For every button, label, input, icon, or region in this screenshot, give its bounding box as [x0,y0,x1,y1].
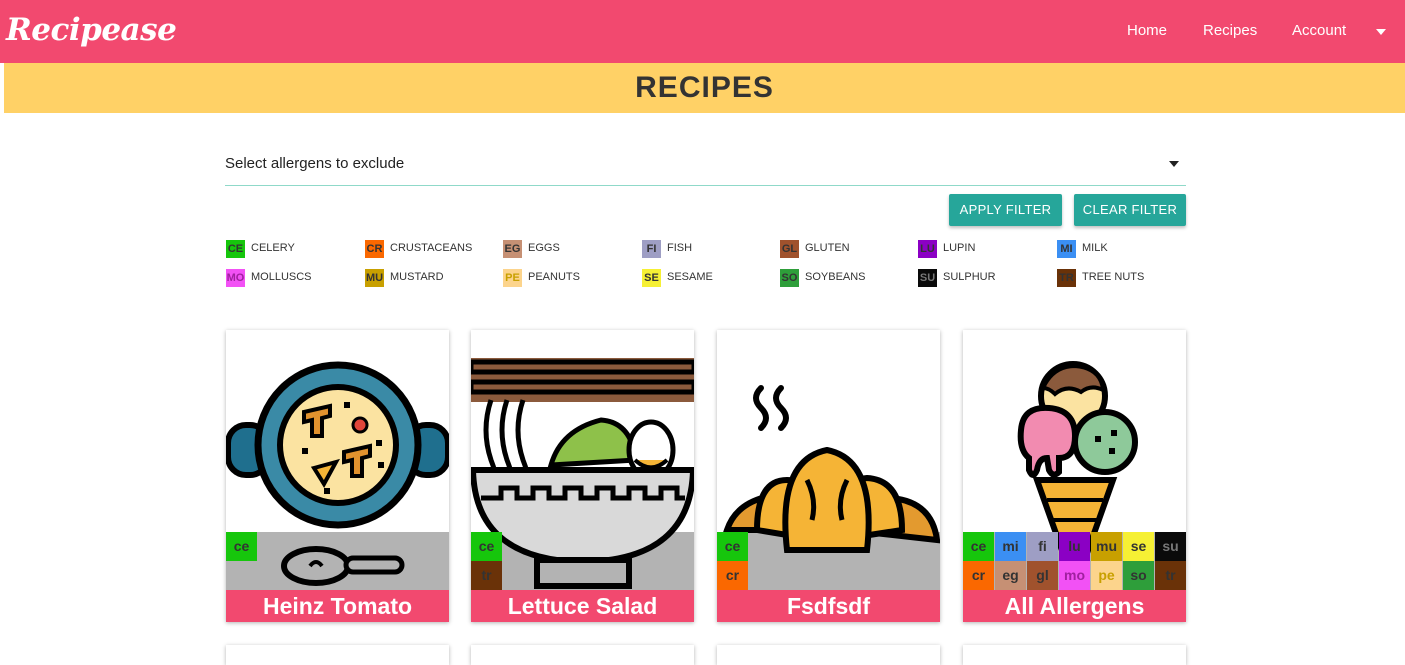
nav-link-recipes[interactable]: Recipes [1203,22,1257,39]
legend-label: SESAME [667,271,713,283]
clear-filter-button[interactable]: CLEAR FILTER [1074,194,1186,226]
legend-label: GLUTEN [805,242,850,254]
legend-badge: CE [226,240,245,258]
recipe-image [471,330,694,590]
legend-label: PEANUTS [528,271,580,283]
legend-label: FISH [667,242,693,254]
allergen-tag-se: se [1123,532,1154,561]
recipe-title: Lettuce Salad [471,590,694,622]
paella-pan-icon [226,361,449,586]
recipe-card[interactable] [717,645,940,665]
legend-label: MUSTARD [390,271,444,283]
legend-badge: PE [503,269,522,287]
recipe-title: Fsdfsdf [717,590,940,622]
allergen-tag-lu: lu [1059,532,1090,561]
chevron-down-icon [1169,161,1179,167]
legend-badge: MO [226,269,245,287]
croissant-icon [722,385,940,553]
legend-label: SOYBEANS [805,271,866,283]
nav-link-account[interactable]: Account [1292,22,1346,39]
allergen-tag-ce: ce [963,532,994,561]
allergen-tag-mi: mi [995,532,1026,561]
allergen-tag-mo: mo [1059,561,1090,590]
legend-badge: EG [503,240,522,258]
noodle-bowl-icon [471,358,694,589]
allergen-tag-fi: fi [1027,532,1058,561]
page-banner: RECIPES [4,63,1405,113]
legend-badge: TR [1057,269,1076,287]
legend-badge: SO [780,269,799,287]
allergen-tag-tr: tr [471,561,502,590]
recipe-title: Heinz Tomato [226,590,449,622]
page-title: RECIPES [635,71,774,104]
account-dropdown-caret-icon[interactable] [1376,29,1386,35]
legend-badge: MU [365,269,384,287]
allergen-tag-ce: ce [471,532,502,561]
allergen-tag-ce: ce [717,532,748,561]
recipe-image [717,330,940,590]
legend-label: CRUSTACEANS [390,242,473,254]
allergen-tag-cr: cr [717,561,748,590]
allergen-tag-mu: mu [1091,532,1122,561]
legend-label: CELERY [251,242,295,254]
allergen-select-placeholder: Select allergens to exclude [225,155,405,172]
allergen-tag-eg: eg [995,561,1026,590]
nav-link-home[interactable]: Home [1127,22,1167,39]
apply-filter-button[interactable]: APPLY FILTER [949,194,1062,226]
allergen-exclude-select[interactable]: Select allergens to exclude [225,148,1186,186]
legend-badge: MI [1057,240,1076,258]
recipe-image [226,330,449,590]
legend-badge: FI [642,240,661,258]
legend-badge: CR [365,240,384,258]
allergen-tag-tr: tr [1155,561,1186,590]
legend-badge: GL [780,240,799,258]
recipe-card[interactable] [963,645,1186,665]
legend-badge: SE [642,269,661,287]
legend-label: MILK [1082,242,1108,254]
legend-label: LUPIN [943,242,976,254]
recipe-card[interactable]: ce tr Lettuce Salad [471,330,694,622]
allergen-tag-gl: gl [1027,561,1058,590]
allergen-tag-pe: pe [1091,561,1122,590]
allergen-tag-su: su [1155,532,1186,561]
recipe-card[interactable]: ce cr Fsdfsdf [717,330,940,622]
legend-badge: LU [918,240,937,258]
top-navbar: Recipease Home Recipes Account [0,0,1405,63]
recipe-card[interactable]: ce mi fi lu mu se su cr eg gl mo pe so t… [963,330,1186,622]
recipe-card[interactable]: ce Heinz Tomato [226,330,449,622]
brand-logo[interactable]: Recipease [6,12,177,48]
legend-label: EGGS [528,242,560,254]
recipe-card[interactable] [226,645,449,665]
legend-label: MOLLUSCS [251,271,312,283]
legend-label: TREE NUTS [1082,271,1145,283]
recipe-card[interactable] [471,645,694,665]
legend-label: SULPHUR [943,271,996,283]
allergen-tag-ce: ce [226,532,257,561]
allergen-tag-cr: cr [963,561,994,590]
allergen-tag-so: so [1123,561,1154,590]
legend-badge: SU [918,269,937,287]
recipe-title: All Allergens [963,590,1186,622]
